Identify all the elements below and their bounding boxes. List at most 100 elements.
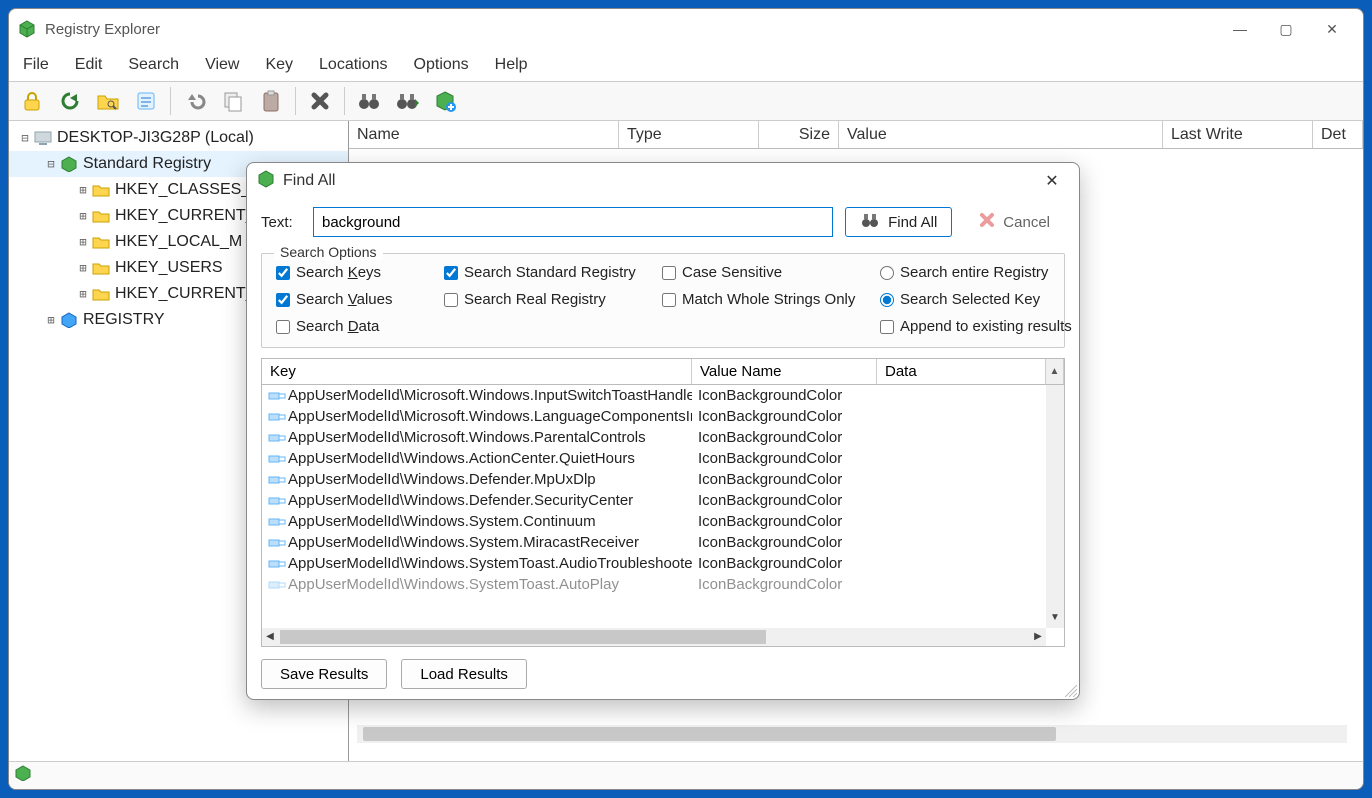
dialog-title: Find All xyxy=(283,172,335,190)
chk-search-real[interactable]: Search Real Registry xyxy=(444,291,654,308)
maximize-button[interactable]: ▢ xyxy=(1263,13,1309,45)
col-value[interactable]: Value xyxy=(839,121,1163,148)
title-bar[interactable]: Registry Explorer — ▢ ✕ xyxy=(9,9,1363,49)
rad-search-selected[interactable]: Search Selected Key xyxy=(880,291,1080,308)
key-icon xyxy=(268,558,284,570)
key-icon xyxy=(268,516,284,528)
status-icon xyxy=(15,765,31,786)
menu-file[interactable]: File xyxy=(19,54,53,76)
col-value-name[interactable]: Value Name xyxy=(692,359,877,384)
chk-search-keys[interactable]: Search Keys xyxy=(276,264,436,281)
results-vscroll[interactable]: ▼ xyxy=(1046,385,1064,628)
key-icon xyxy=(268,411,284,423)
folder-icon xyxy=(91,261,111,275)
cancel-x-icon xyxy=(979,212,995,232)
chk-case-sensitive[interactable]: Case Sensitive xyxy=(662,264,872,281)
key-icon xyxy=(268,495,284,507)
refresh-icon[interactable] xyxy=(53,85,87,117)
resize-grip-icon[interactable] xyxy=(1063,683,1077,697)
result-row[interactable]: AppUserModelId\Microsoft.Windows.Parenta… xyxy=(262,427,1064,448)
key-icon xyxy=(268,390,284,402)
app-icon xyxy=(17,19,37,39)
result-row[interactable]: AppUserModelId\Windows.System.ContinuumI… xyxy=(262,511,1064,532)
folder-icon xyxy=(91,209,111,223)
result-row[interactable]: AppUserModelId\Windows.ActionCenter.Quie… xyxy=(262,448,1064,469)
col-last-write[interactable]: Last Write xyxy=(1163,121,1313,148)
col-key[interactable]: Key xyxy=(262,359,692,384)
search-options-group: Search Options Search Keys Search Standa… xyxy=(261,253,1065,348)
key-icon xyxy=(268,432,284,444)
result-row[interactable]: AppUserModelId\Microsoft.Windows.InputSw… xyxy=(262,385,1064,406)
col-details[interactable]: Det xyxy=(1313,121,1363,148)
cancel-button[interactable]: Cancel xyxy=(964,207,1065,237)
col-size[interactable]: Size xyxy=(759,121,839,148)
binoculars-icon xyxy=(860,212,880,232)
delete-icon[interactable] xyxy=(303,85,337,117)
result-row[interactable]: AppUserModelId\Microsoft.Windows.Languag… xyxy=(262,406,1064,427)
chk-match-whole[interactable]: Match Whole Strings Only xyxy=(662,291,872,308)
menu-view[interactable]: View xyxy=(201,54,243,76)
dialog-icon xyxy=(257,170,275,193)
grid-hscroll[interactable] xyxy=(357,725,1347,743)
menu-bar: File Edit Search View Key Locations Opti… xyxy=(9,49,1363,81)
binoculars-icon[interactable] xyxy=(352,85,386,117)
cube-blue-icon xyxy=(59,312,79,328)
key-icon xyxy=(268,537,284,549)
menu-locations[interactable]: Locations xyxy=(315,54,392,76)
result-row[interactable]: AppUserModelId\Windows.System.MiracastRe… xyxy=(262,532,1064,553)
group-legend: Search Options xyxy=(274,244,383,260)
chk-search-values[interactable]: Search Values xyxy=(276,291,436,308)
menu-help[interactable]: Help xyxy=(491,54,532,76)
computer-icon xyxy=(33,130,53,146)
text-label: Text: xyxy=(261,214,301,231)
dialog-titlebar[interactable]: Find All ✕ xyxy=(247,163,1079,199)
paste-icon[interactable] xyxy=(254,85,288,117)
notes-icon[interactable] xyxy=(129,85,163,117)
vscroll-up[interactable]: ▲ xyxy=(1046,359,1064,384)
folder-search-icon[interactable] xyxy=(91,85,125,117)
tree-root[interactable]: ⊟ DESKTOP-JI3G28P (Local) xyxy=(9,125,348,151)
col-data[interactable]: Data xyxy=(877,359,1046,384)
menu-options[interactable]: Options xyxy=(410,54,473,76)
col-type[interactable]: Type xyxy=(619,121,759,148)
toolbar xyxy=(9,81,1363,121)
key-icon xyxy=(268,453,284,465)
undo-icon[interactable] xyxy=(178,85,212,117)
key-icon xyxy=(268,579,284,591)
grid-header[interactable]: Name Type Size Value Last Write Det xyxy=(349,121,1363,149)
result-row[interactable]: AppUserModelId\Windows.SystemToast.Audio… xyxy=(262,553,1064,574)
lock-icon[interactable] xyxy=(15,85,49,117)
menu-search[interactable]: Search xyxy=(124,54,183,76)
minimize-button[interactable]: — xyxy=(1217,13,1263,45)
rad-search-entire[interactable]: Search entire Registry xyxy=(880,264,1080,281)
app-title: Registry Explorer xyxy=(45,21,160,38)
results-header[interactable]: Key Value Name Data ▲ xyxy=(262,359,1064,385)
chk-search-standard[interactable]: Search Standard Registry xyxy=(444,264,654,281)
dialog-close-button[interactable]: ✕ xyxy=(1035,171,1069,191)
copy-icon[interactable] xyxy=(216,85,250,117)
cube-plus-icon[interactable] xyxy=(428,85,462,117)
col-name[interactable]: Name xyxy=(349,121,619,148)
key-icon xyxy=(268,474,284,486)
chk-append-results[interactable]: Append to existing results xyxy=(880,318,1080,335)
result-row[interactable]: AppUserModelId\Windows.SystemToast.AutoP… xyxy=(262,574,1064,595)
find-all-button[interactable]: Find All xyxy=(845,207,952,237)
tree-root-label: DESKTOP-JI3G28P (Local) xyxy=(57,129,254,147)
save-results-button[interactable]: Save Results xyxy=(261,659,387,689)
close-button[interactable]: ✕ xyxy=(1309,13,1355,45)
result-row[interactable]: AppUserModelId\Windows.Defender.MpUxDlpI… xyxy=(262,469,1064,490)
binoculars-next-icon[interactable] xyxy=(390,85,424,117)
results-hscroll[interactable]: ◀▶ xyxy=(262,628,1046,646)
chk-search-data[interactable]: Search Data xyxy=(276,318,436,335)
result-row[interactable]: AppUserModelId\Windows.Defender.Security… xyxy=(262,490,1064,511)
find-all-dialog: Find All ✕ Text: Find All Cancel Search … xyxy=(246,162,1080,700)
results-list[interactable]: Key Value Name Data ▲ AppUserModelId\Mic… xyxy=(261,358,1065,647)
search-text-input[interactable] xyxy=(313,207,833,237)
menu-key[interactable]: Key xyxy=(261,54,297,76)
menu-edit[interactable]: Edit xyxy=(71,54,107,76)
folder-icon xyxy=(91,235,111,249)
folder-icon xyxy=(91,287,111,301)
load-results-button[interactable]: Load Results xyxy=(401,659,527,689)
folder-icon xyxy=(91,183,111,197)
status-bar xyxy=(9,761,1363,789)
